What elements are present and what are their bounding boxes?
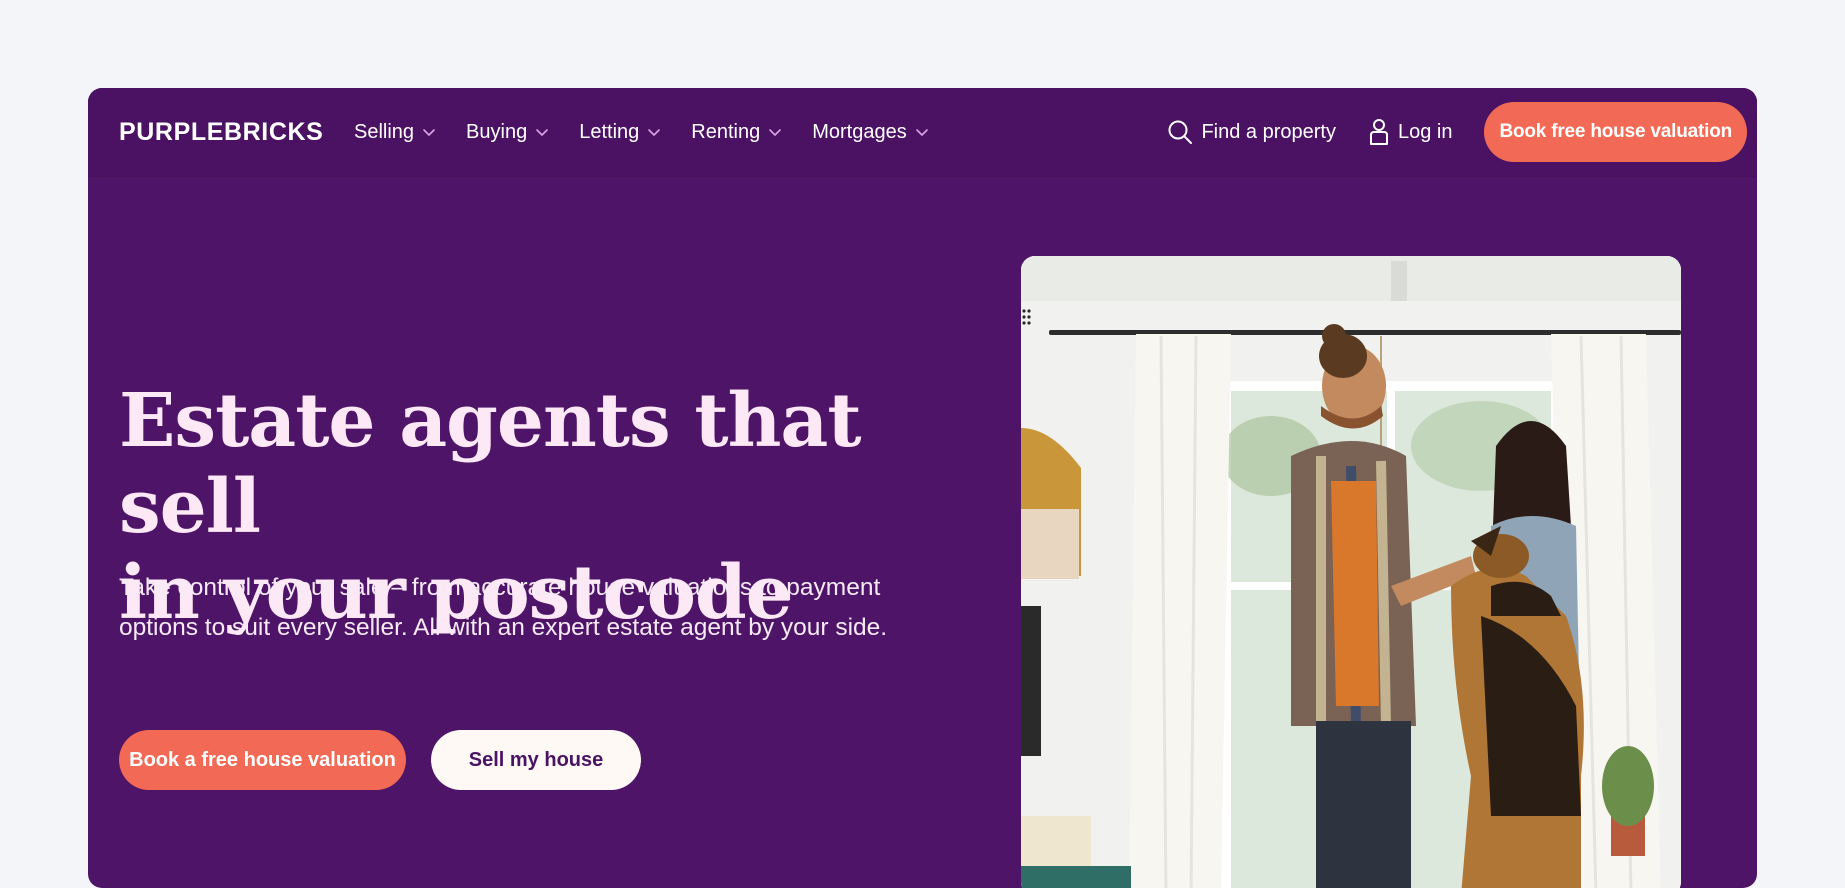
find-property-label: Find a property bbox=[1201, 120, 1336, 143]
menu-item-label: Letting bbox=[579, 120, 640, 143]
top-navigation: PURPLEBRICKS Selling Buying Letting Rent… bbox=[88, 88, 1757, 176]
page-frame: PURPLEBRICKS Selling Buying Letting Rent… bbox=[88, 88, 1757, 888]
menu-item-buying[interactable]: Buying bbox=[466, 121, 549, 144]
login-label: Log in bbox=[1397, 120, 1453, 143]
book-valuation-button[interactable]: Book free house valuation bbox=[1484, 102, 1747, 162]
hero-photo-illustration bbox=[1021, 256, 1681, 888]
sell-my-house-button[interactable]: Sell my house bbox=[431, 730, 641, 790]
chevron-down-icon bbox=[915, 129, 928, 136]
menu-item-label: Renting bbox=[691, 120, 761, 143]
hero-cta-row: Book a free house valuation Sell my hous… bbox=[119, 730, 641, 790]
hero-subtext: Take control of your sale – from accurat… bbox=[119, 574, 888, 641]
menu-item-label: Buying bbox=[466, 120, 528, 143]
chevron-down-icon bbox=[769, 129, 782, 136]
chevron-down-icon bbox=[423, 129, 435, 136]
headline-line-1: Estate agents that sell bbox=[119, 378, 862, 550]
menu-item-label: Selling bbox=[354, 120, 415, 143]
chevron-down-icon bbox=[536, 129, 549, 136]
main-menu: Selling Buying Letting Renting Mortgages bbox=[354, 88, 959, 176]
menu-item-selling[interactable]: Selling bbox=[354, 121, 436, 144]
find-property-link[interactable]: Find a property bbox=[1167, 119, 1336, 145]
menu-item-renting[interactable]: Renting bbox=[691, 121, 782, 144]
purplebricks-logo[interactable]: PURPLEBRICKS bbox=[119, 118, 323, 147]
right-navigation: Find a property Log in Book free house v… bbox=[1167, 102, 1747, 162]
menu-item-label: Mortgages bbox=[812, 120, 907, 143]
login-link[interactable]: Log in bbox=[1368, 118, 1453, 146]
book-free-valuation-button[interactable]: Book a free house valuation bbox=[119, 730, 406, 790]
user-icon bbox=[1369, 119, 1388, 145]
hero-photo bbox=[1021, 256, 1681, 888]
chevron-down-icon bbox=[648, 129, 661, 136]
search-icon bbox=[1168, 120, 1193, 144]
menu-item-mortgages[interactable]: Mortgages bbox=[812, 121, 929, 144]
menu-item-letting[interactable]: Letting bbox=[579, 121, 661, 144]
